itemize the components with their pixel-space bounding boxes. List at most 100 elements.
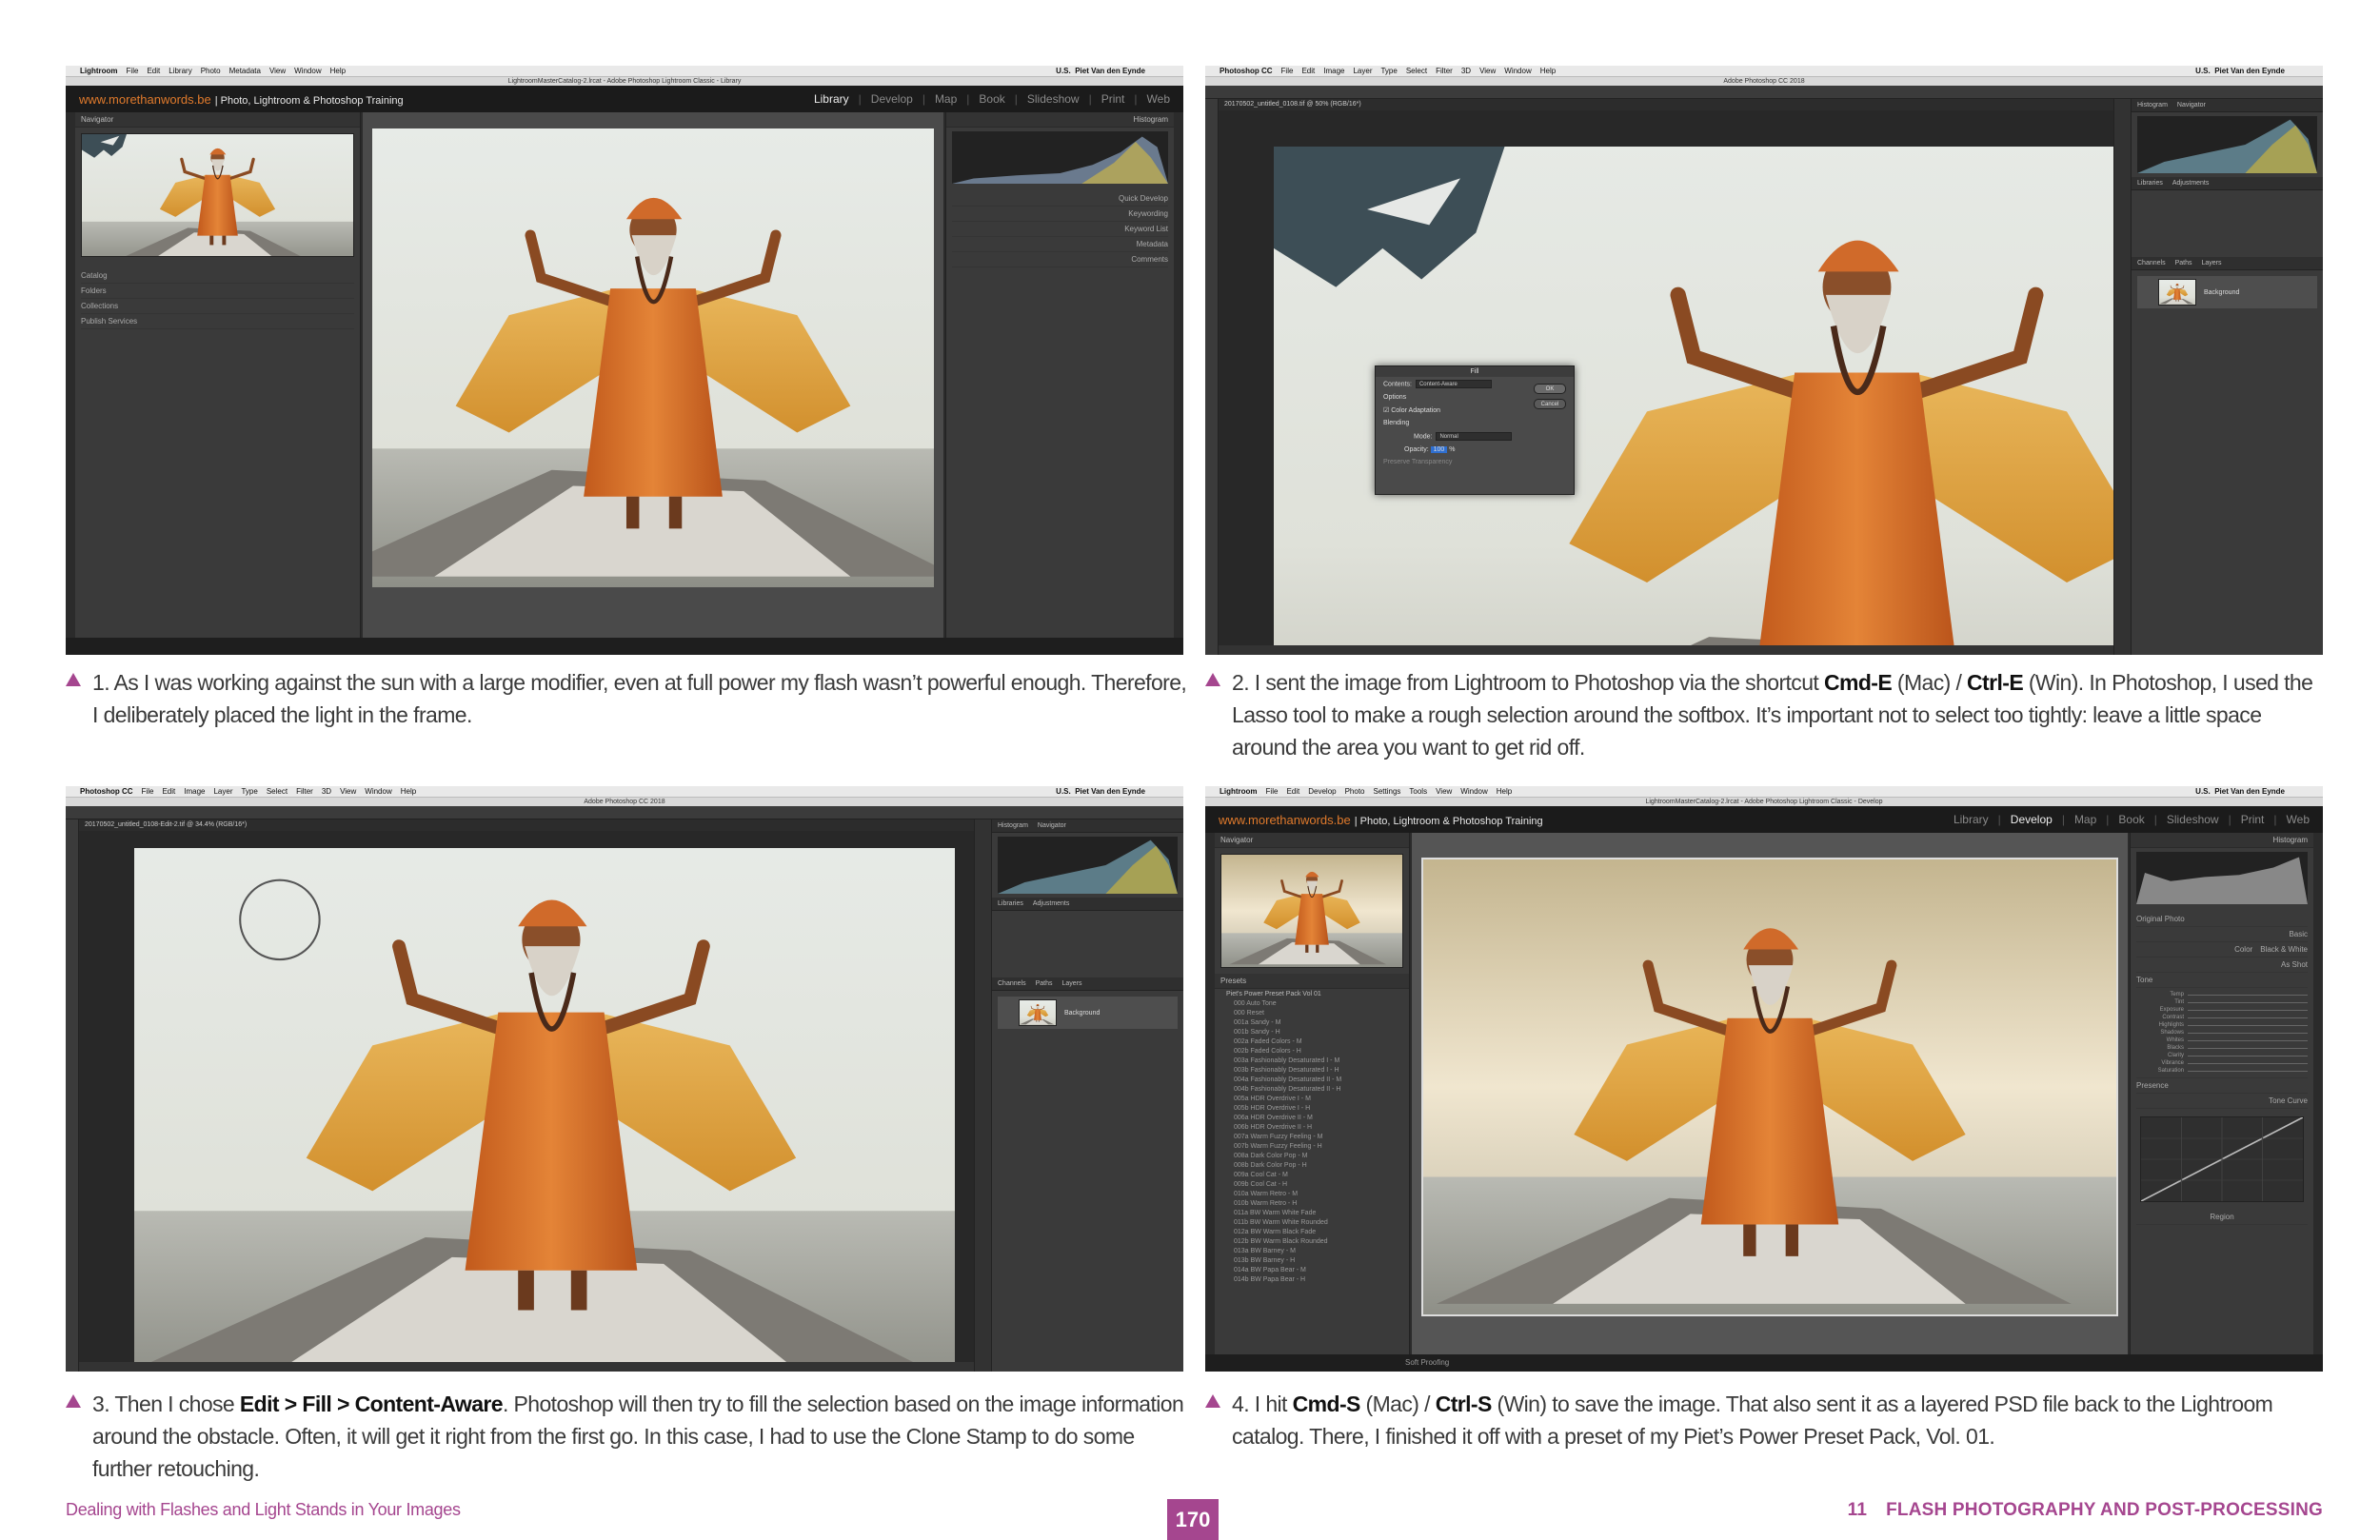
preset-item[interactable]: 006b HDR Overdrive II - H <box>1215 1122 1409 1132</box>
contents-select[interactable]: Content-Aware <box>1415 380 1492 388</box>
module-print[interactable]: Print <box>2241 813 2265 826</box>
module-slideshow[interactable]: Slideshow <box>1027 92 1080 106</box>
preset-item[interactable]: 011b BW Warm White Rounded <box>1215 1217 1409 1227</box>
preset-item[interactable]: 012b BW Warm Black Rounded <box>1215 1236 1409 1246</box>
preset-item[interactable]: 014b BW Papa Bear - H <box>1215 1274 1409 1284</box>
toolbox[interactable] <box>66 819 79 1372</box>
preset-item[interactable]: 007a Warm Fuzzy Feeling - M <box>1215 1132 1409 1141</box>
keyword-list[interactable]: Keyword List <box>952 222 1168 237</box>
module-library[interactable]: Library <box>1954 813 1989 826</box>
adjustments-icons[interactable] <box>992 911 1183 977</box>
panel-icons[interactable] <box>2114 99 2132 655</box>
module-library[interactable]: Library <box>814 92 849 106</box>
preset-item[interactable]: 009b Cool Cat - H <box>1215 1179 1409 1189</box>
slider-track[interactable] <box>2188 1024 2308 1026</box>
tab-channels[interactable]: Channels <box>2137 260 2166 267</box>
quick-develop[interactable]: Quick Develop <box>952 191 1168 207</box>
module-print[interactable]: Print <box>1101 92 1125 106</box>
menu-filter[interactable]: Filter <box>296 787 313 796</box>
preset-item[interactable]: 013b BW Barney - H <box>1215 1255 1409 1265</box>
develop-slider[interactable]: Vibrance <box>2136 1059 2308 1067</box>
menu-photo[interactable]: Photo <box>1345 787 1365 796</box>
slider-track[interactable] <box>2188 1062 2308 1064</box>
preset-item[interactable]: 010b Warm Retro - H <box>1215 1198 1409 1208</box>
cancel-button[interactable]: Cancel <box>1534 399 1566 409</box>
module-map[interactable]: Map <box>2074 813 2096 826</box>
preset-item[interactable]: 008a Dark Color Pop - M <box>1215 1151 1409 1160</box>
tab-libraries[interactable]: Libraries <box>2137 180 2163 187</box>
preset-item[interactable]: 001b Sandy - H <box>1215 1027 1409 1037</box>
tab-histogram[interactable]: Histogram <box>998 822 1028 829</box>
menu-help[interactable]: Help <box>330 67 346 75</box>
preset-item[interactable]: 000 Auto Tone <box>1215 998 1409 1008</box>
canvas-photo[interactable] <box>134 848 955 1362</box>
menu-file[interactable]: File <box>1266 787 1279 796</box>
slider-track[interactable] <box>2188 1032 2308 1034</box>
module-develop[interactable]: Develop <box>871 92 913 106</box>
menu-help[interactable]: Help <box>1497 787 1512 796</box>
treatment-color[interactable]: Color <box>2234 945 2252 954</box>
menubar-user[interactable]: U.S. Piet Van den Eynde <box>1056 787 1183 796</box>
menu-select[interactable]: Select <box>1406 67 1427 75</box>
soft-proofing-label[interactable]: Soft Proofing <box>1405 1358 1449 1367</box>
layer-background[interactable]: Background <box>998 997 1178 1029</box>
preset-item[interactable]: 005a HDR Overdrive I - M <box>1215 1094 1409 1103</box>
menu-settings[interactable]: Settings <box>1374 787 1401 796</box>
develop-slider[interactable]: Whites <box>2136 1037 2308 1044</box>
tab-histogram[interactable]: Histogram <box>2137 102 2168 109</box>
tab-libraries[interactable]: Libraries <box>998 900 1023 907</box>
tab-navigator[interactable]: Navigator <box>1038 822 1066 829</box>
preset-pack-folder[interactable]: Piet's Power Preset Pack Vol 01 <box>1215 989 1409 998</box>
preset-item[interactable]: 006a HDR Overdrive II - M <box>1215 1113 1409 1122</box>
menu-file[interactable]: File <box>127 67 139 75</box>
navigator-preview[interactable] <box>1220 854 1403 968</box>
preset-item[interactable]: 008b Dark Color Pop - H <box>1215 1160 1409 1170</box>
menu-3d[interactable]: 3D <box>322 787 331 796</box>
menu-type[interactable]: Type <box>241 787 257 796</box>
adjustments-icons[interactable] <box>2132 190 2323 257</box>
menu-window[interactable]: Window <box>1504 67 1531 75</box>
navigator-preview[interactable] <box>81 133 354 257</box>
develop-slider[interactable]: Blacks <box>2136 1044 2308 1052</box>
panel-icons[interactable] <box>975 819 992 1372</box>
menu-tools[interactable]: Tools <box>1409 787 1427 796</box>
module-web[interactable]: Web <box>1147 92 1170 106</box>
menu-library[interactable]: Library <box>169 67 191 75</box>
preset-item[interactable]: 003a Fashionably Desaturated I - M <box>1215 1056 1409 1065</box>
slider-track[interactable] <box>2188 1017 2308 1018</box>
opacity-field[interactable]: 100 <box>1430 446 1448 453</box>
panel-collections[interactable]: Collections <box>81 299 354 314</box>
basic-panel-header[interactable]: Basic <box>2136 927 2308 942</box>
develop-slider[interactable]: Contrast <box>2136 1014 2308 1021</box>
menu-help[interactable]: Help <box>1540 67 1556 75</box>
tab-adjustments[interactable]: Adjustments <box>2172 180 2210 187</box>
menu-filter[interactable]: Filter <box>1436 67 1453 75</box>
menu-edit[interactable]: Edit <box>162 787 175 796</box>
slider-track[interactable] <box>2188 1001 2308 1003</box>
navigator-header[interactable]: Navigator <box>1215 833 1409 848</box>
document-tab[interactable]: 20170502_untitled_0108.tif @ 50% (RGB/16… <box>1219 99 2113 110</box>
menubar-user[interactable]: U.S. Piet Van den Eynde <box>2195 787 2323 796</box>
tab-channels[interactable]: Channels <box>998 980 1026 987</box>
module-web[interactable]: Web <box>2287 813 2310 826</box>
tab-layers[interactable]: Layers <box>1061 980 1081 987</box>
menu-3d[interactable]: 3D <box>1461 67 1471 75</box>
preset-item[interactable]: 012a BW Warm Black Fade <box>1215 1227 1409 1236</box>
menu-app[interactable]: Lightroom <box>1220 787 1258 796</box>
preset-item[interactable]: 005b HDR Overdrive I - H <box>1215 1103 1409 1113</box>
menu-select[interactable]: Select <box>267 787 288 796</box>
preset-item[interactable]: 009a Cool Cat - M <box>1215 1170 1409 1179</box>
menu-app[interactable]: Photoshop CC <box>1220 67 1273 75</box>
histogram-header[interactable]: Histogram <box>946 112 1174 128</box>
preset-item[interactable]: 011a BW Warm White Fade <box>1215 1208 1409 1217</box>
develop-slider[interactable]: Temp <box>2136 991 2308 998</box>
menu-type[interactable]: Type <box>1380 67 1397 75</box>
navigator-header[interactable]: Navigator <box>75 112 360 128</box>
module-book[interactable]: Book <box>2118 813 2144 826</box>
develop-slider[interactable]: Clarity <box>2136 1052 2308 1059</box>
menu-help[interactable]: Help <box>401 787 416 796</box>
menu-view[interactable]: View <box>1479 67 1496 75</box>
tab-paths[interactable]: Paths <box>2175 260 2192 267</box>
preset-item[interactable]: 010a Warm Retro - M <box>1215 1189 1409 1198</box>
preset-item[interactable]: 002a Faded Colors - M <box>1215 1037 1409 1046</box>
